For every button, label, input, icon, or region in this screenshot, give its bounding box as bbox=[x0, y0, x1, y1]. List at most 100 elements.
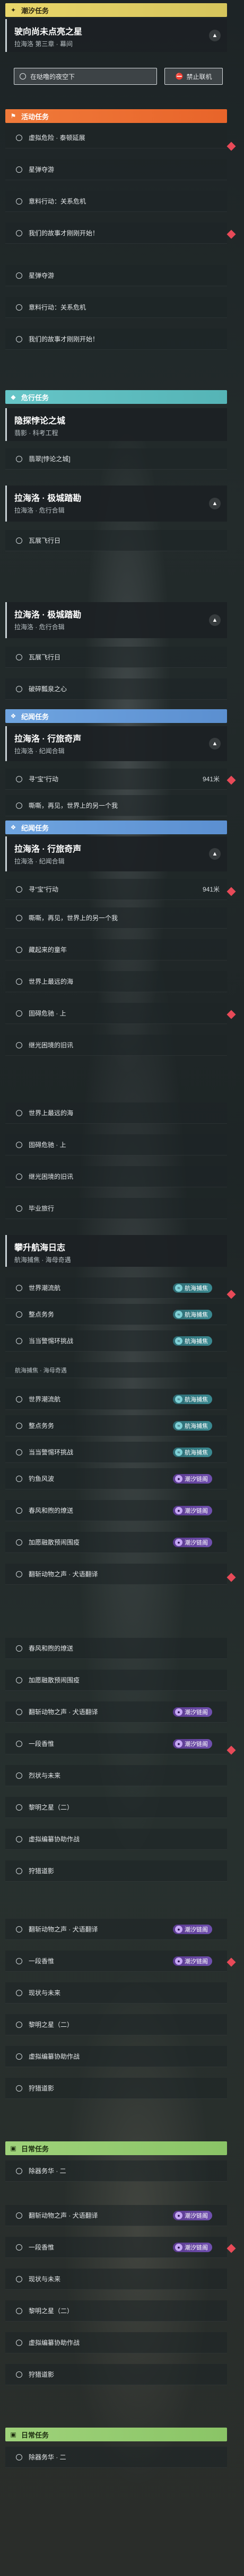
quest-title: 隐探悖论之城 bbox=[14, 417, 66, 426]
list-item[interactable]: 固碍危驰 · 上 bbox=[5, 1003, 227, 1024]
bullet-icon bbox=[16, 2053, 22, 2060]
list-item[interactable]: 加愿融散预闹围疫 bbox=[5, 1670, 227, 1691]
list-item[interactable]: 虚拟编纂协助作战 bbox=[5, 2332, 227, 2353]
list-item[interactable]: 寻“宝”行动 941米 bbox=[5, 879, 227, 900]
quest-card[interactable]: 拉海洛 · 行旅奇声 拉海洛 · 纪闻合辑 ▲ bbox=[5, 726, 227, 761]
list-item[interactable]: 翡翠[悖论之城] bbox=[5, 448, 227, 470]
list-item[interactable]: 世界上最远的海 bbox=[5, 971, 227, 992]
quest-card[interactable]: 拉海洛 · 行旅奇声 拉海洛 · 纪闻合辑 ▲ bbox=[5, 836, 227, 871]
list-item[interactable]: 虚拟编纂协助作战 bbox=[5, 1829, 227, 1850]
section-title: 纪闻任务 bbox=[21, 824, 49, 832]
calendar-icon: ▣ bbox=[10, 2431, 16, 2438]
chevron-up-icon[interactable]: ▲ bbox=[209, 848, 221, 860]
bullet-icon bbox=[16, 1926, 22, 1933]
tide-badge: ● 潮汐链阁 bbox=[173, 1707, 212, 1717]
flag-icon: ⚑ bbox=[10, 112, 16, 120]
list-item[interactable]: 毕业旅行 bbox=[5, 1198, 227, 1219]
bullet-icon bbox=[16, 886, 22, 893]
bullet-icon bbox=[16, 1396, 22, 1402]
quest-card[interactable]: 攀升航海日志 航海捕焦 · 海母奇遇 bbox=[5, 1235, 227, 1267]
bullet-icon bbox=[16, 134, 22, 141]
chevron-up-icon[interactable]: ▲ bbox=[209, 30, 221, 41]
section-header-journey[interactable]: ❖ 纪闻任务 bbox=[5, 709, 227, 723]
list-item[interactable]: 黎明之星（二） bbox=[5, 2014, 227, 2035]
list-item[interactable]: 虚拟危险 · 泰顿延展 bbox=[5, 127, 227, 148]
list-item[interactable]: 烈状与未来 bbox=[5, 1765, 227, 1786]
distance-label: 941米 bbox=[202, 775, 220, 783]
bullet-icon bbox=[16, 1708, 22, 1715]
bullet-icon bbox=[16, 2167, 22, 2174]
list-item[interactable]: 除器务华 · 二 bbox=[5, 2160, 227, 2182]
list-item[interactable]: 现状与未来 bbox=[5, 2269, 227, 2290]
quest-subtitle: 拉海洛 · 纪闻合辑 bbox=[14, 747, 65, 755]
coop-toggle[interactable]: ⛔ 禁止联机 bbox=[164, 68, 223, 85]
wave-icon: ≈ bbox=[175, 1284, 182, 1292]
list-item[interactable]: 意料行动：关系危机 bbox=[5, 297, 227, 318]
bullet-icon bbox=[16, 1010, 22, 1017]
pin-icon: ● bbox=[175, 1708, 182, 1716]
list-item[interactable]: 黎明之星（二） bbox=[5, 1797, 227, 1818]
coop-icon: ⛔ bbox=[175, 73, 184, 80]
bullet-icon bbox=[16, 2021, 22, 2028]
voyage-badge: ≈ 航海捕焦 bbox=[173, 1395, 212, 1404]
wave-icon: ≈ bbox=[175, 1311, 182, 1318]
list-item[interactable]: 除器务华 · 二 bbox=[5, 2447, 227, 2468]
voyage-badge: ≈ 航海捕焦 bbox=[173, 1421, 212, 1431]
section-title: 潮汐任务 bbox=[21, 6, 49, 15]
list-item[interactable]: 世界上最远的海 bbox=[5, 1102, 227, 1124]
quest-card[interactable]: 拉海洛 · 极城踏勘 拉海洛 · 危行合辑 ▲ bbox=[5, 602, 227, 638]
list-item[interactable]: 瓦展飞行日 bbox=[5, 647, 227, 668]
section-header-event[interactable]: ⚑ 活动任务 bbox=[5, 109, 227, 123]
list-item[interactable]: 嘶嘶，再见，世界上的另一个我 bbox=[5, 907, 227, 929]
list-item[interactable]: 星弹夺游 bbox=[5, 159, 227, 180]
list-item[interactable]: 我们的故事才刚刚开始！ bbox=[5, 329, 227, 350]
list-item[interactable]: 星弹夺游 bbox=[5, 265, 227, 286]
quest-title: 拉海洛 · 行旅奇声 bbox=[14, 735, 82, 744]
current-step-button[interactable]: 在哒噜的夜空下 bbox=[14, 68, 157, 85]
list-item[interactable]: 春风和煦的燎送 bbox=[5, 1638, 227, 1659]
chevron-up-icon[interactable]: ▲ bbox=[209, 498, 221, 509]
list-item[interactable]: 狩猎道影 bbox=[5, 2364, 227, 2385]
list-item[interactable]: 我们的故事才刚刚开始！ bbox=[5, 223, 227, 244]
bullet-icon bbox=[16, 1867, 22, 1874]
bullet-icon bbox=[16, 537, 22, 544]
list-item[interactable]: 翻斩动物之声 · 犬语翻译 bbox=[5, 1564, 227, 1585]
section-header-daily[interactable]: ▣ 日常任务 bbox=[5, 2428, 227, 2441]
list-item[interactable]: 继光困境的旧讯 bbox=[5, 1035, 227, 1056]
section-header-daily[interactable]: ▣ 日常任务 bbox=[5, 2141, 227, 2155]
list-item[interactable]: 现状与未来 bbox=[5, 1982, 227, 2004]
list-item[interactable]: 藏起来的童年 bbox=[5, 939, 227, 960]
quest-card[interactable]: 拉海洛 · 极城踏勘 拉海洛 · 危行合辑 ▲ bbox=[5, 486, 227, 522]
list-item[interactable]: 继光困境的旧讯 bbox=[5, 1166, 227, 1187]
bullet-icon bbox=[16, 775, 22, 782]
tracked-marker-icon bbox=[226, 1010, 236, 1019]
list-item[interactable]: 意料行动：关系危机 bbox=[5, 191, 227, 212]
subsection-label: 航海捕焦 · 海母奇遇 bbox=[5, 1362, 227, 1378]
list-item[interactable]: 嘶嘶，再见，世界上的另一个我 bbox=[5, 795, 227, 816]
tide-badge: ● 潮汐链阁 bbox=[173, 1925, 212, 1934]
main-quest-card[interactable]: 驶向尚未点亮之星 拉海洛 第三章 · 幕间 ▲ bbox=[5, 19, 227, 52]
list-item[interactable]: 狩猎道影 bbox=[5, 2078, 227, 2099]
tracked-marker-icon bbox=[226, 1957, 236, 1967]
list-item[interactable]: 黎明之星（二） bbox=[5, 2300, 227, 2322]
bullet-icon bbox=[16, 198, 22, 205]
section-header-journey[interactable]: ❖ 纪闻任务 bbox=[5, 821, 227, 834]
section-header-danger[interactable]: ◆ 危行任务 bbox=[5, 390, 227, 404]
list-item[interactable]: 破碎瓢泉之心 bbox=[5, 678, 227, 700]
list-item[interactable]: 瓦展飞行日 bbox=[5, 530, 227, 551]
chevron-up-icon[interactable]: ▲ bbox=[209, 738, 221, 749]
list-item[interactable]: 寻“宝”行动 941米 bbox=[5, 769, 227, 790]
warning-icon: ◆ bbox=[11, 393, 16, 401]
coop-label: 禁止联机 bbox=[186, 73, 212, 81]
quest-title: 攀升航海日志 bbox=[14, 1243, 66, 1252]
chevron-up-icon[interactable]: ▲ bbox=[209, 614, 221, 626]
voyage-badge: ≈ 航海捕焦 bbox=[173, 1448, 212, 1457]
section-header-tide[interactable]: ✦ 潮汐任务 bbox=[5, 3, 227, 17]
quest-card[interactable]: 隐探悖论之城 翡影 · 科考工程 bbox=[5, 408, 227, 441]
section-title: 危行任务 bbox=[21, 393, 49, 402]
wave-icon: ≈ bbox=[175, 1422, 182, 1430]
list-item[interactable]: 狩猎道影 bbox=[5, 1860, 227, 1882]
list-item[interactable]: 固碍危驰 · 上 bbox=[5, 1134, 227, 1155]
list-item[interactable]: 虚拟编纂协助作战 bbox=[5, 2046, 227, 2067]
tide-badge: ● 潮汐链阁 bbox=[173, 1538, 212, 1547]
